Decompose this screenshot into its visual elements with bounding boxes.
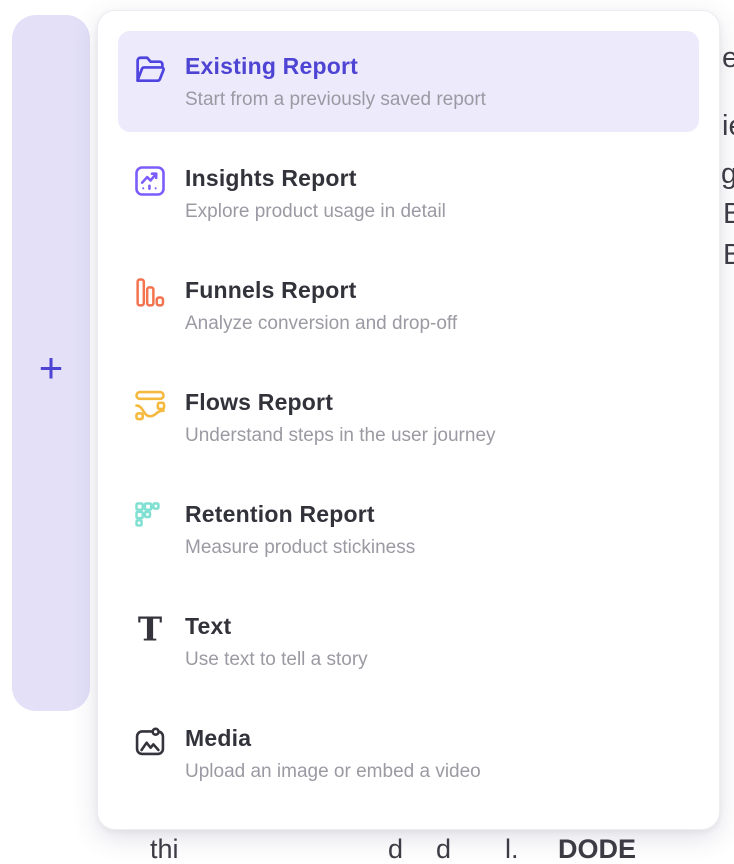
background-text-fragment: B: [723, 241, 734, 270]
menu-item-retention-report[interactable]: Retention Report Measure product stickin…: [118, 479, 699, 580]
background-text-fragment: B: [723, 200, 734, 229]
menu-item-funnels-report[interactable]: Funnels Report Analyze conversion and dr…: [118, 255, 699, 356]
text-icon: T: [132, 611, 168, 647]
menu-item-subtitle: Measure product stickiness: [185, 536, 415, 560]
background-text-fragment: DODE: [558, 836, 636, 863]
menu-item-title: Insights Report: [185, 163, 446, 193]
add-card-button[interactable]: +: [12, 15, 90, 711]
menu-item-title: Retention Report: [185, 499, 415, 529]
funnel-bars-icon: [132, 275, 168, 311]
folder-open-icon: [132, 51, 168, 87]
menu-item-title: Text: [185, 611, 368, 641]
background-text-fragment: d: [388, 836, 403, 863]
add-card-menu: Existing Report Start from a previously …: [97, 10, 720, 830]
menu-item-media[interactable]: Media Upload an image or embed a video: [118, 703, 699, 804]
background-text-fragment: gB: [721, 160, 734, 189]
menu-item-insights-report[interactable]: Insights Report Explore product usage in…: [118, 143, 699, 244]
background-text-fragment: ie: [722, 112, 734, 141]
menu-item-subtitle: Start from a previously saved report: [185, 88, 486, 112]
menu-item-title: Flows Report: [185, 387, 496, 417]
menu-item-subtitle: Upload an image or embed a video: [185, 760, 481, 784]
plus-icon: +: [39, 347, 64, 389]
retention-grid-icon: [132, 499, 168, 535]
menu-item-flows-report[interactable]: Flows Report Understand steps in the use…: [118, 367, 699, 468]
flows-icon: [132, 387, 168, 423]
background-text-fragment: d: [436, 836, 451, 863]
svg-text:T: T: [138, 611, 162, 647]
menu-item-title: Funnels Report: [185, 275, 457, 305]
background-text-fragment: ex: [722, 44, 734, 73]
menu-item-subtitle: Understand steps in the user journey: [185, 424, 496, 448]
background-text-fragment: l.: [505, 836, 519, 863]
insights-chart-icon: [132, 163, 168, 199]
menu-item-subtitle: Analyze conversion and drop-off: [185, 312, 457, 336]
menu-item-text[interactable]: T Text Use text to tell a story: [118, 591, 699, 692]
menu-item-title: Existing Report: [185, 51, 486, 81]
menu-item-title: Media: [185, 723, 481, 753]
menu-item-subtitle: Use text to tell a story: [185, 648, 368, 672]
menu-item-existing-report[interactable]: Existing Report Start from a previously …: [118, 31, 699, 132]
menu-item-subtitle: Explore product usage in detail: [185, 200, 446, 224]
media-image-icon: [132, 723, 168, 759]
background-text-fragment: thi: [150, 836, 179, 863]
